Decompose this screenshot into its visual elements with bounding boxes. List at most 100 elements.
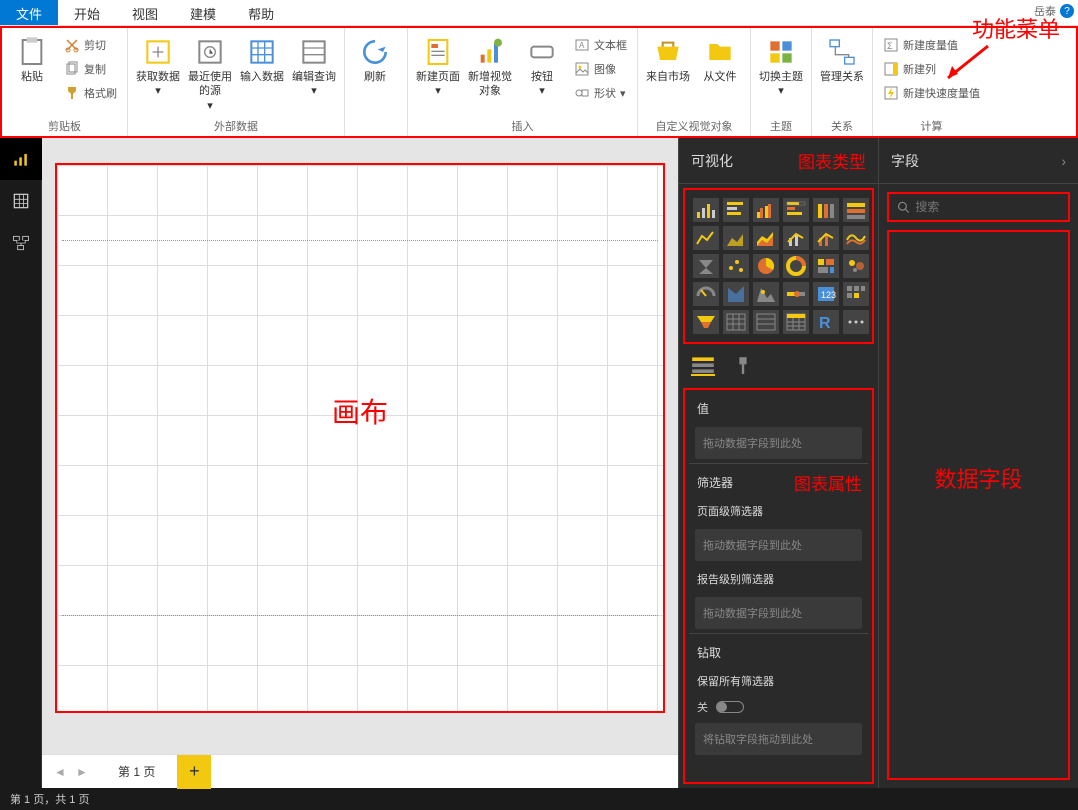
viz-line-bar2-icon[interactable] [813,226,839,250]
ribbon-group-custom-visuals: 来自市场 从文件 自定义视觉对象 [638,28,751,136]
chevron-right-icon[interactable]: › [1061,153,1066,169]
drillthrough-well[interactable]: 将钻取字段拖动到此处 [695,723,862,755]
viz-pie-icon[interactable] [753,254,779,278]
viz-treemap-icon[interactable] [813,254,839,278]
keep-all-filters-toggle[interactable]: 关 [689,695,752,719]
viz-more-icon[interactable] [843,310,869,334]
viz-card-icon[interactable]: 123 [813,282,839,306]
report-filters-well[interactable]: 拖动数据字段到此处 [695,597,862,629]
relationships-group-label: 关系 [831,116,853,136]
page-filters-label: 页面级筛选器 [689,497,868,525]
viz-line-bar-icon[interactable] [783,226,809,250]
page-tab-1[interactable]: 第 1 页 [100,757,173,786]
viz-scatter-icon[interactable] [723,254,749,278]
report-canvas[interactable]: 画布 [55,163,665,713]
visualizations-panel: 可视化 图表类型 123R 值 拖动数据字段到此处 筛选器 图表属性 页面级筛选… [678,138,878,788]
new-page-button[interactable]: 新建页面▾ [414,34,462,99]
svg-text:Σ: Σ [887,41,893,51]
fields-tab-icon[interactable] [691,356,715,376]
get-data-button[interactable]: 获取数据▾ [134,34,182,99]
viz-line-icon[interactable] [693,226,719,250]
format-painter-button[interactable]: 格式刷 [60,82,121,104]
clipboard-group-label: 剪贴板 [48,116,81,136]
search-icon [897,200,909,214]
ribbon-group-insert: 新建页面▾ 新增视觉对象 按钮▾ A文本框 图像 形状▾ 插入 [408,28,638,136]
status-bar: 第 1 页，共 1 页 [0,788,1078,810]
viz-bubble-icon[interactable] [843,254,869,278]
copy-button[interactable]: 复制 [60,58,121,80]
viz-waterfall-icon[interactable] [693,254,719,278]
rail-data-view[interactable] [0,180,42,222]
new-measure-button[interactable]: Σ新建度量值 [879,34,984,56]
menu-tab-modeling[interactable]: 建模 [174,0,232,25]
menu-tab-home[interactable]: 开始 [58,0,116,25]
manage-relationships-button[interactable]: 管理关系 [818,34,866,84]
viz-ribbon-icon[interactable] [843,226,869,250]
viz-100-bar-icon[interactable] [813,198,839,222]
from-file-button[interactable]: 从文件 [696,34,744,84]
viz-clustered-hbar-icon[interactable] [783,198,809,222]
image-button[interactable]: 图像 [570,58,631,80]
recent-sources-button[interactable]: 最近使用的源▾ [186,34,234,113]
viz-stacked-area-icon[interactable] [753,226,779,250]
new-quick-measure-button[interactable]: 新建快速度量值 [879,82,984,104]
paste-button[interactable]: 粘贴 [8,34,56,84]
page-filters-well[interactable]: 拖动数据字段到此处 [695,529,862,561]
fields-list[interactable]: 数据字段 [887,230,1070,780]
ribbon-group-refresh: 刷新 [345,28,408,136]
viz-area-icon[interactable] [723,226,749,250]
edit-queries-button[interactable]: 编辑查询▾ [290,34,338,99]
right-panels: 可视化 图表类型 123R 值 拖动数据字段到此处 筛选器 图表属性 页面级筛选… [678,138,1078,788]
switch-theme-button[interactable]: 切换主题▾ [757,34,805,99]
viz-panel-title: 可视化 [691,151,733,171]
viz-gauge-icon[interactable] [693,282,719,306]
format-tab-icon[interactable] [731,356,755,376]
rail-model-view[interactable] [0,222,42,264]
properties-panel: 值 拖动数据字段到此处 筛选器 图表属性 页面级筛选器 拖动数据字段到此处 报告… [683,388,874,784]
values-well[interactable]: 拖动数据字段到此处 [695,427,862,459]
fields-search-wrap [887,192,1070,222]
custom-visuals-group-label: 自定义视觉对象 [656,116,733,136]
refresh-button[interactable]: 刷新 [351,34,399,84]
rail-report-view[interactable] [0,138,42,180]
svg-text:R: R [819,315,831,332]
viz-donut-icon[interactable] [783,254,809,278]
ribbon-group-themes: 切换主题▾ 主题 [751,28,812,136]
fields-panel-title: 字段 [891,151,919,171]
menu-tab-file[interactable]: 文件 [0,0,58,25]
viz-r-visual-icon[interactable]: R [813,310,839,334]
new-column-button[interactable]: 新建列 [879,58,984,80]
fields-search-input[interactable] [915,200,1060,214]
cut-button[interactable]: 剪切 [60,34,121,56]
viz-matrix-icon[interactable] [783,310,809,334]
filters-section: 筛选器 [689,468,741,497]
shapes-button[interactable]: 形状▾ [570,82,631,104]
viz-filled-map-icon[interactable] [723,282,749,306]
viz-multi-card-icon[interactable] [843,282,869,306]
viz-table2-icon[interactable] [753,310,779,334]
enter-data-button[interactable]: 输入数据 [238,34,286,84]
insert-group-label: 插入 [512,116,534,136]
textbox-button[interactable]: A文本框 [570,34,631,56]
viz-switcher [679,348,878,384]
help-icon[interactable]: ? [1060,4,1074,18]
page-add-button[interactable]: + [177,755,211,789]
viz-stacked-hbar-icon[interactable] [723,198,749,222]
workspace: 画布 ◄ ► 第 1 页 + 可视化 图表类型 123R [0,138,1078,788]
viz-stacked-bar-icon[interactable] [693,198,719,222]
from-marketplace-button[interactable]: 来自市场 [644,34,692,84]
new-visual-button[interactable]: 新增视觉对象 [466,34,514,99]
page-next-icon[interactable]: ► [72,762,92,782]
page-prev-icon[interactable]: ◄ [50,762,70,782]
viz-100-hbar-icon[interactable] [843,198,869,222]
annotation-data-fields: 数据字段 [934,462,1022,494]
viz-funnel-icon[interactable] [693,310,719,334]
menu-tab-help[interactable]: 帮助 [232,0,290,25]
viz-kpi-icon[interactable] [783,282,809,306]
viz-table-icon[interactable] [723,310,749,334]
annotation-canvas: 画布 [332,391,388,431]
viz-map-icon[interactable] [753,282,779,306]
menu-tab-view[interactable]: 视图 [116,0,174,25]
button-dropdown[interactable]: 按钮▾ [518,34,566,99]
viz-clustered-bar-icon[interactable] [753,198,779,222]
